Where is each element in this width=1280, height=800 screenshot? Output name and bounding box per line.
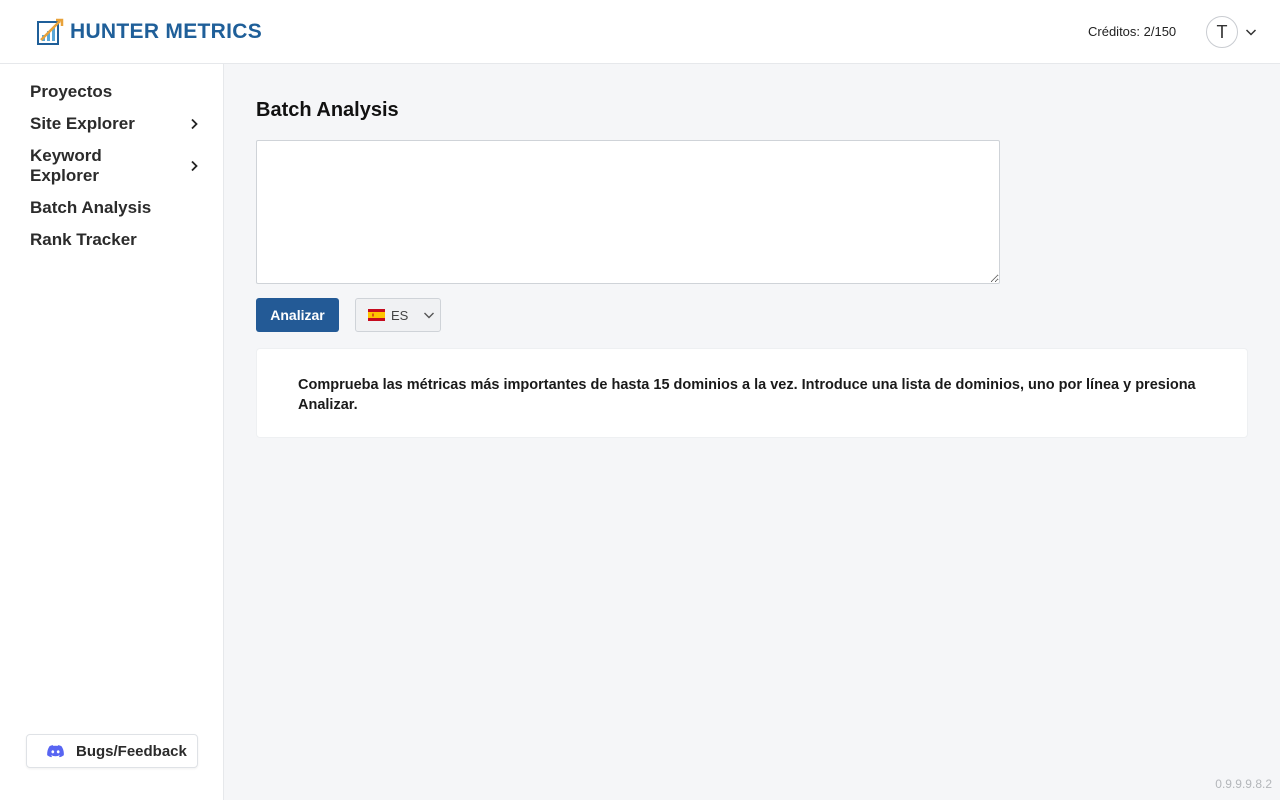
brand-logo[interactable]: HUNTER METRICS	[36, 17, 262, 47]
credits-counter: Créditos: 2/150	[1088, 24, 1177, 39]
sidebar: Proyectos Site Explorer Keyword Explorer…	[0, 64, 224, 800]
top-header: HUNTER METRICS Créditos: 2/150 T	[0, 0, 1280, 64]
info-message: Comprueba las métricas más importantes d…	[256, 348, 1248, 438]
sidebar-item-label: Proyectos	[30, 82, 113, 101]
sidebar-item-batch-analysis[interactable]: Batch Analysis	[30, 198, 206, 218]
chevron-right-icon	[191, 160, 198, 172]
discord-icon	[47, 744, 64, 757]
sidebar-item-label: Keyword Explorer	[30, 146, 102, 185]
language-code: ES	[391, 307, 409, 323]
sidebar-item-site-explorer[interactable]: Site Explorer	[30, 114, 206, 134]
info-text: Comprueba las métricas más importantes d…	[298, 377, 1196, 413]
sidebar-item-label: Batch Analysis	[30, 198, 152, 217]
version-label: 0.9.9.9.8.2	[1215, 777, 1272, 791]
avatar[interactable]: T	[1206, 16, 1238, 48]
bugs-feedback-label: Bugs/Feedback	[76, 742, 187, 760]
main-content: Batch Analysis Analizar ES Comprueba las…	[224, 64, 1280, 800]
chevron-down-icon	[424, 312, 435, 319]
sidebar-item-label: Rank Tracker	[30, 230, 137, 249]
chevron-right-icon	[191, 118, 198, 130]
user-menu[interactable]: T	[1206, 16, 1258, 48]
spain-flag-icon	[368, 309, 385, 321]
page-title: Batch Analysis	[256, 99, 399, 121]
sidebar-item-rank-tracker[interactable]: Rank Tracker	[30, 230, 206, 250]
sidebar-item-keyword-explorer[interactable]: Keyword Explorer	[30, 146, 206, 186]
chevron-down-icon[interactable]	[1244, 25, 1258, 39]
analyze-button[interactable]: Analizar	[256, 298, 339, 332]
brand-name: HUNTER METRICS	[70, 20, 263, 43]
logo-chart-icon	[37, 18, 64, 45]
sidebar-item-proyectos[interactable]: Proyectos	[30, 82, 206, 102]
domains-input[interactable]	[256, 140, 1000, 284]
language-select[interactable]: ES	[355, 298, 441, 332]
sidebar-item-label: Site Explorer	[30, 114, 135, 133]
bugs-feedback-button[interactable]: Bugs/Feedback	[26, 734, 198, 768]
